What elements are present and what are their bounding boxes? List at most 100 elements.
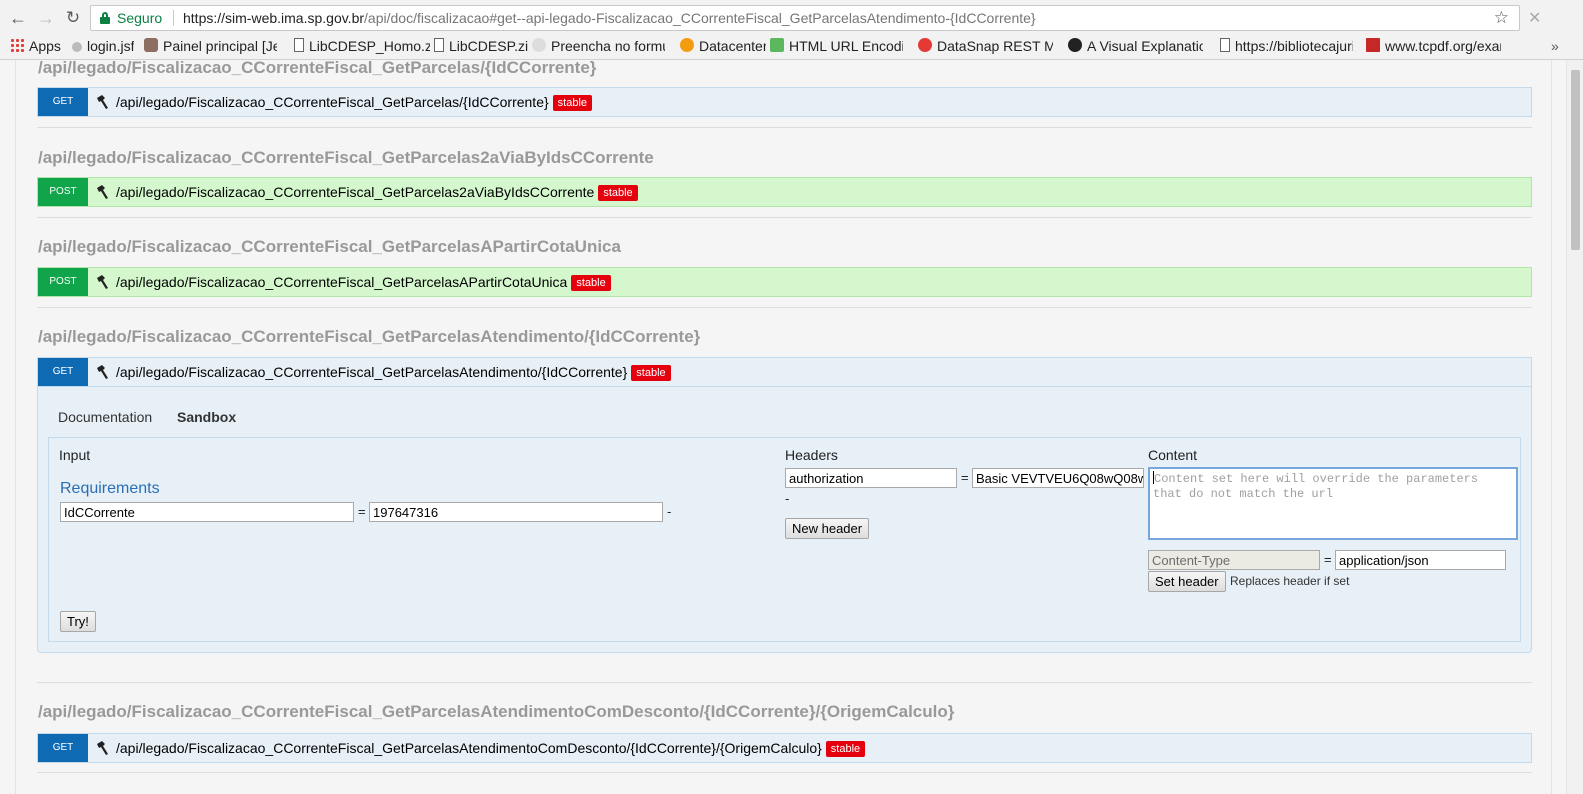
endpoint-row[interactable]: POST /api/legado/Fiscalizacao_CCorrenteF… [37,267,1532,297]
section-title[interactable]: /api/legado/Fiscalizacao_CCorrenteFiscal… [38,702,954,722]
endpoint-row[interactable]: GET /api/legado/Fiscalizacao_CCorrenteFi… [37,733,1532,763]
try-button[interactable]: Try! [60,611,96,632]
endpoint-panel: GET /api/legado/Fiscalizacao_CCorrenteFi… [37,357,1532,653]
bookmark-visual-explanation[interactable]: A Visual Explanation c [1068,38,1208,56]
bookmark-star-icon[interactable]: ☆ [1494,8,1509,28]
w3-icon [770,38,784,52]
method-badge: GET [38,88,88,116]
section-title[interactable]: /api/legado/Fiscalizacao_CCorrenteFiscal… [38,148,654,168]
form-icon [532,38,546,52]
hammer-icon [97,185,108,199]
lock-icon [100,12,110,24]
jenkins-icon [144,38,158,52]
person-icon [1068,38,1082,52]
section-divider [37,217,1532,218]
param-value-field[interactable]: 197647316 [369,502,663,522]
bookmark-biblioteca[interactable]: https://bibliotecajuridi [1218,38,1358,56]
secure-label: Seguro [117,10,163,26]
stable-badge: stable [552,95,593,111]
remove-header-dash[interactable]: - [785,491,789,506]
bookmark-preencha[interactable]: Preencha no formulári [532,38,670,56]
back-icon[interactable]: ← [8,8,28,28]
pdf-icon [1366,38,1380,52]
sandbox-form: Input Requirements IdCCorrente = 1976473… [48,437,1521,642]
content-type-field[interactable]: application/json [1335,550,1506,570]
remove-param-dash[interactable]: - [667,504,671,519]
bookmark-tcpdf[interactable]: www.tcpdf.org/examp [1366,38,1506,56]
set-header-hint: Replaces header if set [1230,574,1350,588]
bookmark-url-encoding[interactable]: HTML URL Encoding R [770,38,908,56]
scroll-thumb[interactable] [1571,70,1580,250]
endpoint-path: /api/legado/Fiscalizacao_CCorrenteFiscal… [116,740,822,756]
hammer-icon [97,95,108,109]
new-header-button[interactable]: New header [785,518,870,539]
hammer-icon [97,275,108,289]
forward-icon[interactable]: → [36,8,56,28]
browser-toolbar: ← → ↻ Seguro https://sim-web.ima.sp.gov.… [0,0,1583,36]
headers-label: Headers [785,447,838,463]
content-textarea[interactable]: Content set here will override the param… [1148,467,1518,540]
section-divider [37,772,1532,773]
tab-documentation[interactable]: Documentation [58,409,152,425]
section-divider [37,682,1532,683]
content-placeholder: Content set here will override the param… [1153,472,1479,501]
section-title[interactable]: /api/legado/Fiscalizacao_CCorrenteFiscal… [38,58,596,78]
url-path: /api/doc/fiscalizacao#get--api-legado-Fi… [364,10,1036,26]
vertical-scrollbar[interactable] [1566,60,1583,794]
bookmarks-bar: Apps login.jsf Painel principal [Jenki L… [0,36,1583,58]
requirements-label: Requirements [60,480,160,497]
bookmark-login[interactable]: login.jsf [70,38,136,56]
stable-badge: stable [571,275,611,291]
header-value-field[interactable]: Basic VEVTVEU6Q08wQ08w [972,468,1144,488]
datacenter-icon [680,38,694,52]
equals-sign: = [358,504,366,519]
endpoint-row[interactable]: GET /api/legado/Fiscalizacao_CCorrenteFi… [37,87,1532,117]
method-badge: GET [38,358,88,386]
endpoint-row[interactable]: POST /api/legado/Fiscalizacao_CCorrenteF… [37,177,1532,207]
file-icon [434,38,444,52]
method-badge: POST [38,268,88,296]
section-title[interactable]: /api/legado/Fiscalizacao_CCorrenteFiscal… [38,237,621,257]
section-title[interactable]: /api/legado/Fiscalizacao_CCorrenteFiscal… [38,327,700,347]
equals-sign: = [961,470,969,485]
endpoint-row[interactable]: GET /api/legado/Fiscalizacao_CCorrenteFi… [37,357,1532,387]
close-icon[interactable]: ✕ [1528,8,1541,28]
section-divider [37,127,1532,128]
reload-icon[interactable]: ↻ [63,8,83,28]
apps-icon [10,38,24,52]
browser-chrome: ← → ↻ Seguro https://sim-web.ima.sp.gov.… [0,0,1583,60]
bookmark-libcdesp[interactable]: LibCDESP.zip [432,38,528,56]
page-icon [72,42,82,52]
section-divider [37,307,1532,308]
endpoint-path: /api/legado/Fiscalizacao_CCorrenteFiscal… [116,274,568,290]
url-host: https://sim-web.ima.sp.gov.br [183,10,365,26]
set-header-button[interactable]: Set header [1148,571,1226,592]
embarcadero-icon [918,38,932,52]
file-icon [294,38,304,52]
method-badge: POST [38,178,88,206]
header-name-field[interactable]: authorization [785,468,957,488]
endpoint-path: /api/legado/Fiscalizacao_CCorrenteFiscal… [116,364,628,380]
file-icon [1220,38,1230,52]
hammer-icon [97,741,108,755]
bookmark-datasnap[interactable]: DataSnap REST Messa [918,38,1058,56]
endpoint-path: /api/legado/Fiscalizacao_CCorrenteFiscal… [116,94,549,110]
bookmark-datacenter[interactable]: Datacenter [680,38,766,56]
bookmark-jenkins[interactable]: Painel principal [Jenki [144,38,284,56]
stable-badge: stable [825,741,866,757]
hammer-icon [97,365,108,379]
content-type-label-field: Content-Type [1148,550,1320,570]
method-badge: GET [38,734,88,762]
param-name-field[interactable]: IdCCorrente [60,502,354,522]
bookmark-libcdesp-homo[interactable]: LibCDESP_Homo.zip [292,38,430,56]
url-text[interactable]: https://sim-web.ima.sp.gov.br/api/doc/fi… [183,10,1036,26]
address-divider [173,10,174,26]
endpoint-path: /api/legado/Fiscalizacao_CCorrenteFiscal… [116,184,595,200]
tab-sandbox[interactable]: Sandbox [177,409,236,425]
stable-badge: stable [631,365,671,381]
address-bar[interactable]: Seguro https://sim-web.ima.sp.gov.br/api… [90,5,1520,31]
more-bookmarks-icon[interactable]: » [1551,38,1559,54]
stable-badge: stable [598,185,638,201]
bookmark-apps[interactable]: Apps [10,38,65,56]
equals-sign: = [1324,552,1332,567]
